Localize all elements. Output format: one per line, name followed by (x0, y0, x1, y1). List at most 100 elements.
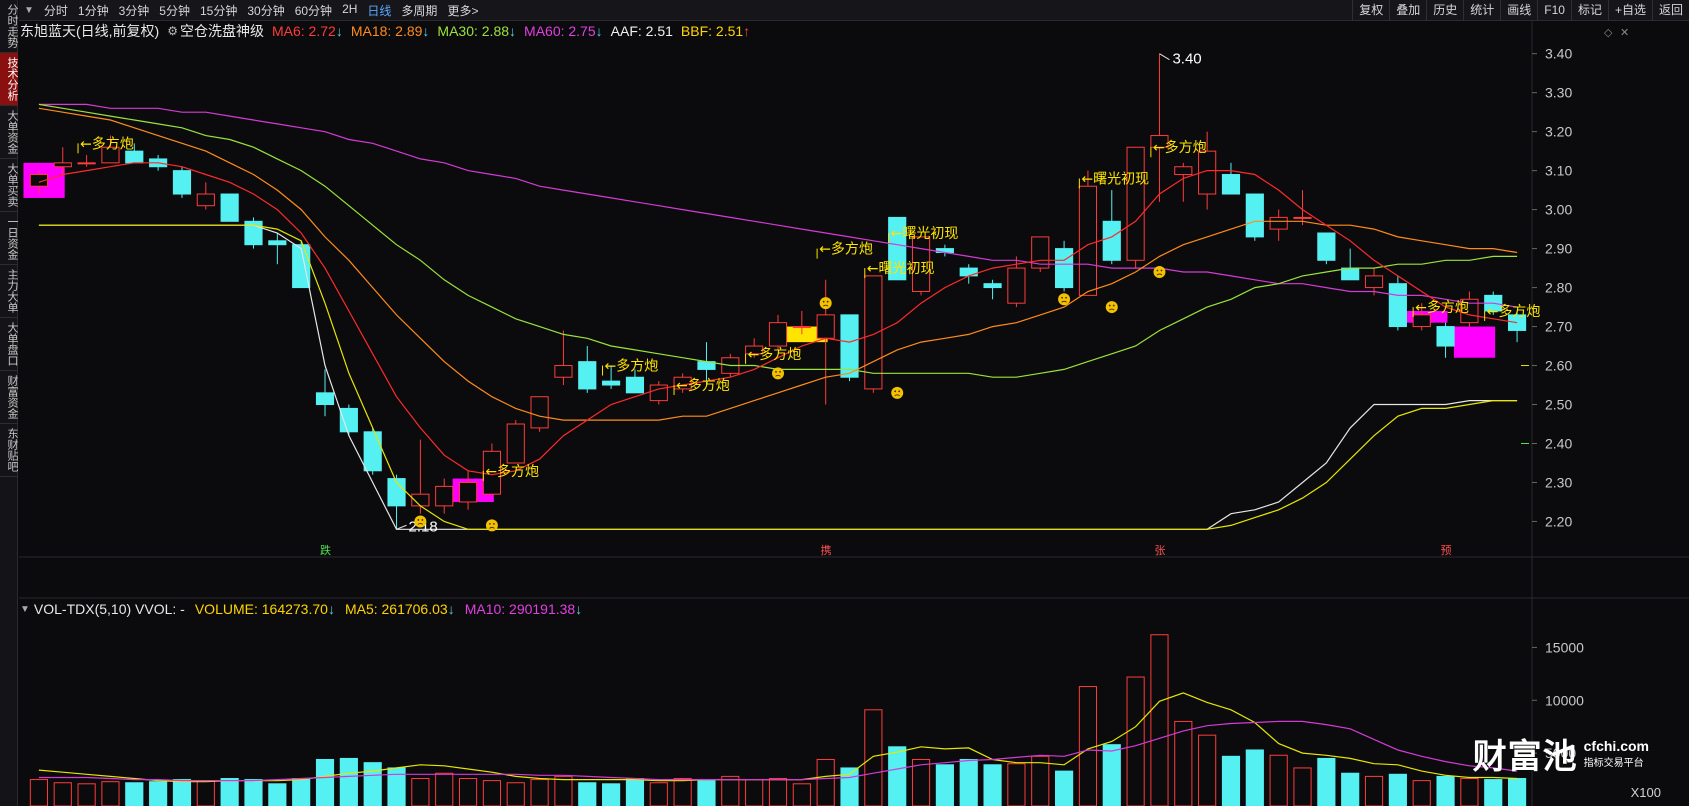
period-tab-7[interactable]: 2H (337, 2, 362, 19)
tool-button-4[interactable]: 画线 (1500, 0, 1537, 21)
volume-bar (1460, 778, 1479, 806)
ma60-line (38, 103, 1518, 308)
volume-bar (530, 779, 549, 806)
tool-button-5[interactable]: F10 (1537, 0, 1571, 21)
face-icon (772, 367, 784, 380)
signal-label: ←多方炮 (1487, 303, 1541, 320)
period-tab-1[interactable]: 1分钟 (73, 2, 114, 19)
price-tick-label: 3.20 (1545, 124, 1572, 140)
sidebar-item-0[interactable]: 分时走势 (0, 0, 18, 53)
volume-bar (1150, 634, 1169, 806)
candle-body (1174, 166, 1193, 176)
candle-body (625, 376, 645, 394)
kline-chart[interactable]: 3.40 3.30 3.20 3.10 3.00 2.90 2.80 2.70 2.60 2.50… (19, 21, 1689, 806)
volume-bar (649, 782, 668, 806)
sidebar-item-3[interactable]: 大单买卖 (0, 159, 18, 212)
price-tick-label: 2.60 (1545, 358, 1572, 374)
sidebar-item-4[interactable]: 一日资金 (0, 212, 18, 265)
tool-button-2[interactable]: 历史 (1426, 0, 1463, 21)
price-tick-label: 2.80 (1545, 280, 1572, 296)
candle-body (959, 267, 978, 277)
face-icon (1105, 301, 1118, 314)
face-eye (822, 300, 825, 303)
volume-bar (983, 764, 1002, 806)
sidebar-item-2[interactable]: 大单资金 (0, 106, 18, 159)
volume-bar (220, 778, 239, 806)
collapse-icon[interactable]: ▼ (19, 5, 39, 16)
signal-label: ←多方炮 (1153, 139, 1207, 156)
candle-body (125, 150, 144, 164)
tool-button-7[interactable]: +自选 (1607, 0, 1652, 21)
sidebar-item-6[interactable]: 大单盘口 (0, 318, 18, 371)
volume-bar (1102, 744, 1121, 806)
volume-bar (721, 775, 740, 806)
low-pointer (396, 524, 407, 530)
sidebar-item-1[interactable]: 技术分析 (0, 53, 18, 106)
candle-body (458, 481, 478, 503)
candle-body (77, 162, 96, 165)
volume-bar (1436, 775, 1455, 806)
face-eye (1112, 304, 1115, 307)
volume-bar (339, 757, 358, 806)
period-tab-9[interactable]: 多周期 (396, 2, 442, 19)
face-eye (775, 370, 777, 373)
tool-button-0[interactable]: 复权 (1352, 0, 1389, 21)
period-tab-3[interactable]: 5分钟 (154, 2, 195, 19)
right-toolbar: 复权 叠加 历史 统计 画线 F10 标记 +自选 返回 (1352, 0, 1689, 21)
sidebar-item-5[interactable]: 主力大单 (0, 265, 18, 318)
signal-label: ←曙光初现 (1081, 170, 1149, 187)
signal-label: ←多方炮 (1415, 299, 1469, 316)
volume-tick-label: 10000 (1545, 692, 1584, 708)
volume-bar (625, 778, 645, 806)
period-tab-0[interactable]: 分时 (39, 2, 73, 19)
volume-unit: X100 (1630, 785, 1661, 800)
candle-body (53, 162, 72, 168)
candle-body (1102, 220, 1121, 261)
candle-body (578, 361, 597, 390)
candle-body (530, 396, 549, 429)
volume-bar (1484, 779, 1503, 806)
volume-bar (1221, 755, 1241, 806)
signal-label: ←多方炮 (485, 463, 539, 480)
restore-icon[interactable]: ◇ (1604, 26, 1612, 39)
high-price-label: 3.40 (1172, 51, 1201, 68)
candle-body (554, 365, 573, 378)
price-tick-label: 2.70 (1545, 319, 1572, 335)
face-eye (1065, 296, 1067, 299)
period-tab-4[interactable]: 15分钟 (195, 2, 242, 19)
price-tick-label: 2.30 (1545, 474, 1572, 490)
volume-bar (602, 783, 621, 806)
tool-button-6[interactable]: 标记 (1570, 0, 1608, 21)
tool-button-1[interactable]: 叠加 (1389, 0, 1426, 21)
candle-body (435, 485, 454, 507)
period-tab-10[interactable]: 更多> (442, 2, 483, 19)
volume-bar (435, 772, 454, 806)
candle-body (1126, 146, 1145, 261)
volume-bar (911, 758, 931, 806)
candle-body (268, 240, 287, 246)
face-icon (1058, 293, 1071, 306)
tool-button-3[interactable]: 统计 (1463, 0, 1500, 21)
volume-bar (1364, 775, 1384, 806)
close-icon[interactable]: ✕ (1620, 26, 1629, 39)
face-icon (1153, 265, 1166, 278)
price-tick-label: 2.90 (1545, 241, 1572, 257)
period-tab-8[interactable]: 日线 (362, 2, 396, 19)
candle-body (315, 392, 335, 406)
sidebar-item-8[interactable]: 东财贴吧 (0, 424, 18, 477)
volume-bar (1174, 720, 1193, 806)
period-tab-2[interactable]: 3分钟 (114, 2, 155, 19)
period-tab-5[interactable]: 30分钟 (242, 2, 289, 19)
face-eye (421, 519, 424, 521)
date-marker: 预 (1441, 544, 1452, 557)
volume-bar (673, 778, 692, 806)
period-tab-6[interactable]: 60分钟 (290, 2, 337, 19)
volume-bar (315, 758, 335, 806)
volume-bar (888, 746, 907, 806)
volume-bar (363, 762, 382, 806)
candle-body (363, 431, 382, 472)
face-eye (1156, 269, 1159, 272)
tool-button-8[interactable]: 返回 (1651, 0, 1689, 21)
volume-bar (959, 758, 978, 806)
sidebar-item-7[interactable]: 财富资金 (0, 371, 18, 424)
